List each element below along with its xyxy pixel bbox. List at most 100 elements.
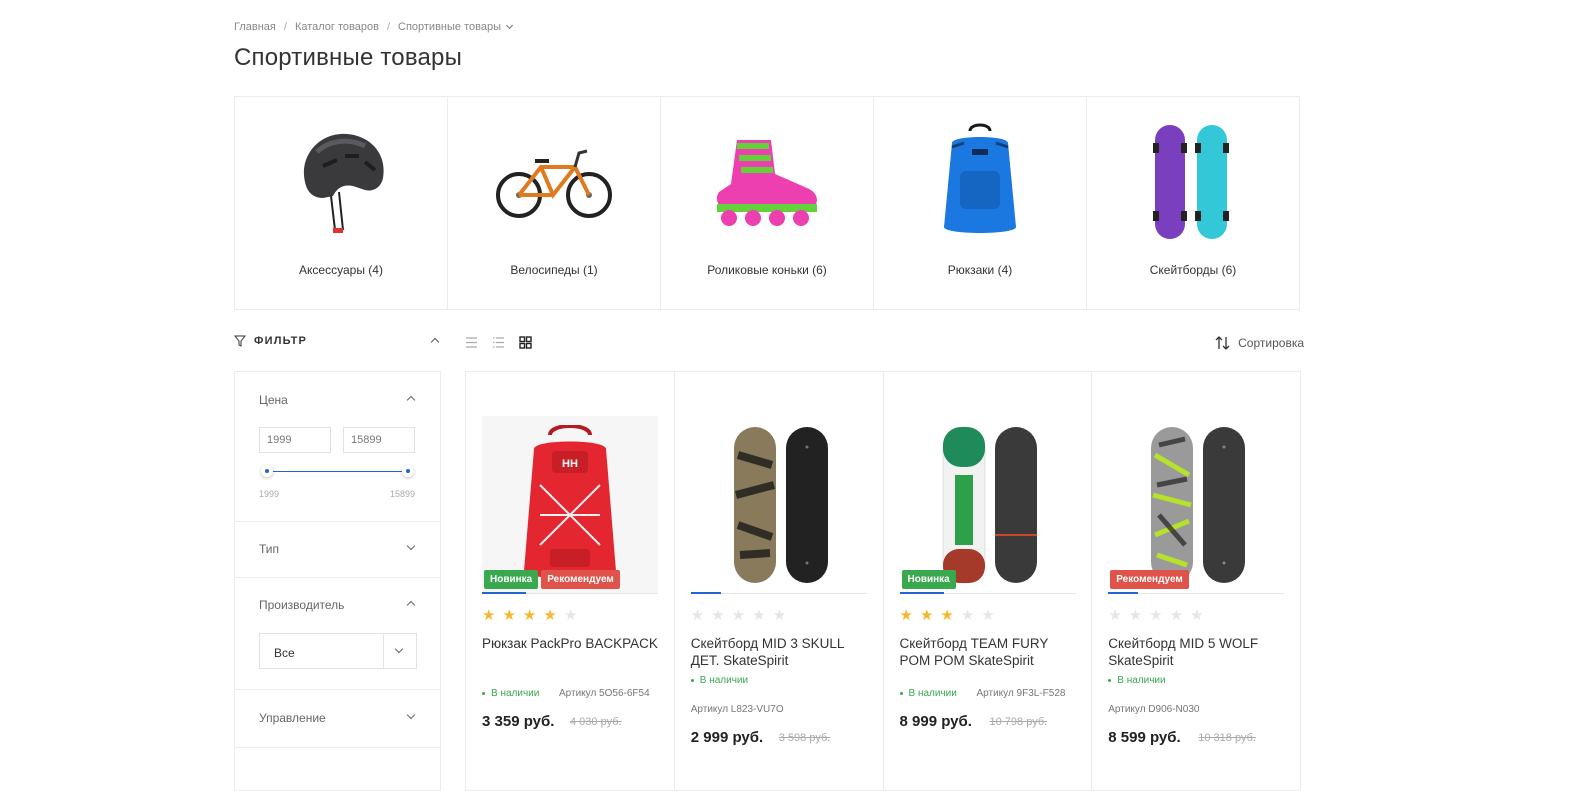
product-name[interactable]: Скейтборд MID 3 SKULL ДЕТ. SkateSpirit [691,635,871,669]
product-price: 8 999 руб. [899,713,972,730]
product-name[interactable]: Скейтборд MID 5 WOLF SkateSpirit [1108,635,1288,669]
grid-view-icon[interactable] [519,336,532,349]
breadcrumb-catalog[interactable]: Каталог товаров [295,21,379,33]
star-icon: ★ [1190,607,1204,624]
price-slider-max-handle[interactable] [402,465,414,477]
star-icon: ★ [1128,607,1143,624]
product-old-price: 4 030 руб. [570,716,622,728]
category-label[interactable]: Роликовые коньки (6) [661,263,873,277]
category-card-accessories[interactable]: Аксессуары (4) [235,97,448,309]
product-badges: Новинка [901,570,956,589]
filter-price-label[interactable]: Цена [259,393,288,407]
category-label[interactable]: Велосипеды (1) [448,263,660,277]
filter-title: ФИЛЬТР [254,335,308,347]
chevron-down-icon[interactable] [383,634,416,668]
star-icon: ★ [981,607,995,624]
product-card[interactable]: ★ ★ ★ ★ ★ Скейтборд MID 3 SKULL ДЕТ. Ska… [675,372,884,790]
sort-icon [1215,336,1230,350]
helmet-image[interactable] [235,117,447,247]
product-old-price: 10 798 руб. [989,716,1048,728]
rating-stars: ★ ★ ★ ★ ★ [482,608,577,623]
filter-section-type[interactable]: Тип [235,522,440,578]
product-card[interactable]: HH Новинка Рекомендуем ★ ★ ★ ★ ★ Рюкзак … [466,372,675,790]
product-article: Артикул D906-N030 [1108,704,1200,715]
product-image-skateboard[interactable] [900,416,1076,594]
filter-section-control[interactable]: Управление [235,690,440,748]
breadcrumb-current[interactable]: Спортивные товары [398,21,501,33]
star-icon: ★ [502,607,516,624]
price-max-input[interactable]: 15899 [343,427,415,453]
star-icon: ★ [482,607,496,624]
stock-status: В наличии [1108,675,1165,686]
star-icon: ★ [522,607,537,624]
star-icon: ★ [731,607,746,624]
image-slider-progress [899,592,1076,594]
product-name[interactable]: Скейтборд TEAM FURY POM POM SkateSpirit [900,635,1080,669]
image-slider-progress [482,592,658,594]
rating-stars: ★ ★ ★ ★ ★ [691,608,786,623]
category-card-backpacks[interactable]: Рюкзаки (4) [874,97,1087,309]
filter-section-manufacturer: Производитель Все [235,578,440,690]
breadcrumb-home[interactable]: Главная [234,21,276,33]
sort-button[interactable]: Сортировка [1215,336,1304,350]
badge-recommend: Рекомендуем [541,570,620,589]
product-old-price: 10 318 руб. [1198,732,1256,744]
chevron-up-icon[interactable] [406,395,416,405]
category-label[interactable]: Рюкзаки (4) [874,263,1086,277]
product-card[interactable]: Новинка ★ ★ ★ ★ ★ Скейтборд TEAM FURY PO… [884,372,1093,790]
price-slider-min-handle[interactable] [261,465,273,477]
image-slider-progress-fill [690,592,721,594]
category-card-bicycles[interactable]: Велосипеды (1) [448,97,661,309]
product-image-skateboard[interactable] [1108,416,1284,594]
filter-control-label[interactable]: Управление [259,711,326,725]
manufacturer-select[interactable]: Все [259,633,417,669]
chevron-down-icon[interactable] [406,710,416,720]
stock-status: В наличии [482,688,539,699]
backpack-image[interactable] [874,117,1086,247]
product-image-skateboard[interactable] [691,416,867,594]
filter-toggle[interactable]: ФИЛЬТР [234,335,440,347]
product-old-price: 3 598 руб. [778,732,831,744]
category-label[interactable]: Аксессуары (4) [235,263,447,277]
product-price: 3 359 руб. [482,713,555,730]
filter-type-label[interactable]: Тип [259,542,279,556]
category-card-roller-skates[interactable]: Роликовые коньки (6) [661,97,874,309]
star-icon: ★ [1108,607,1122,624]
chevron-down-icon[interactable] [406,541,416,551]
roller-skate-image[interactable] [661,117,873,247]
chevron-down-icon[interactable] [505,21,514,29]
product-article: Артикул 9F3L-F528 [976,688,1066,699]
star-icon: ★ [1169,607,1184,624]
breadcrumb-separator: / [386,21,390,33]
filter-manufacturer-label[interactable]: Производитель [259,598,344,612]
bicycle-image[interactable] [448,117,660,247]
star-icon: ★ [543,607,557,624]
stock-status: В наличии [900,688,957,699]
chevron-up-icon[interactable] [430,337,440,347]
price-slider-track[interactable] [267,471,407,472]
product-article: Артикул L823-VU7O [690,704,784,715]
badge-recommend: Рекомендуем [1110,570,1189,589]
star-icon: ★ [899,607,913,624]
product-image-backpack[interactable]: HH [482,416,658,594]
category-label[interactable]: Скейтборды (6) [1087,263,1299,277]
compact-list-view-icon[interactable] [492,336,505,349]
image-slider-progress [1108,592,1285,594]
image-slider-progress-fill [899,592,944,594]
image-slider-progress-fill [482,592,526,594]
product-card[interactable]: Рекомендуем ★ ★ ★ ★ ★ Скейтборд MID 5 WO… [1092,372,1300,790]
list-view-icon[interactable] [465,336,478,349]
skateboard-image[interactable] [1087,117,1299,247]
price-min-input[interactable]: 1999 [259,427,331,453]
product-name[interactable]: Рюкзак PackPro BACKPACK [482,635,662,652]
filter-section-price: Цена 1999 15899 1999 15899 [235,372,440,522]
chevron-up-icon[interactable] [406,600,416,610]
category-card-skateboards[interactable]: Скейтборды (6) [1087,97,1299,309]
svg-text:HH: HH [562,458,578,470]
rating-stars: ★ ★ ★ ★ ★ [1108,608,1203,623]
filter-panel: Цена 1999 15899 1999 15899 Тип Производи… [234,371,441,791]
badge-new: Новинка [484,570,539,589]
product-badges: Рекомендуем [1110,570,1189,589]
price-range-max: 15899 [390,489,416,499]
star-icon: ★ [563,607,578,624]
